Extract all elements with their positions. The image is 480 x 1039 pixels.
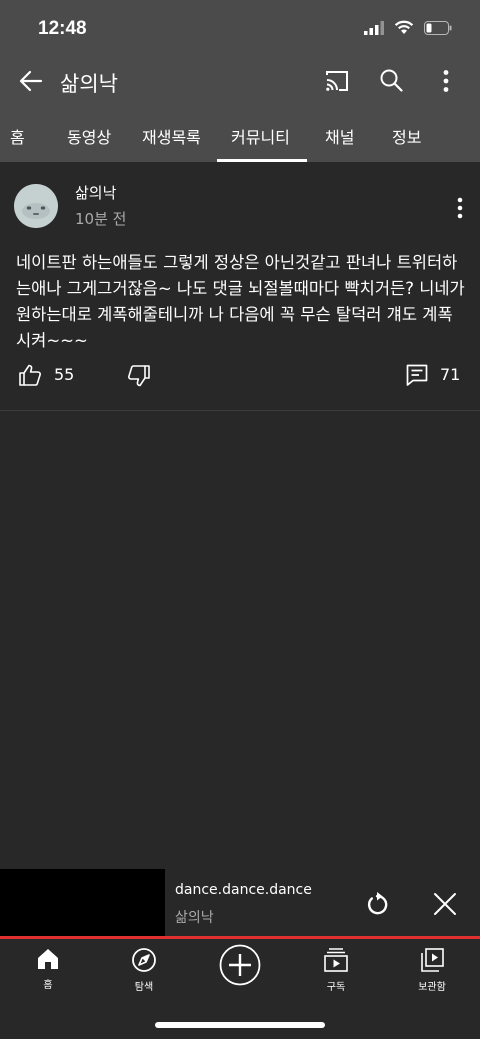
nav-library-label: 보관함 [418,982,446,993]
mini-player[interactable]: dance.dance.dance 삶의낙 [0,869,480,937]
more-vertical-icon[interactable] [436,68,456,94]
tab-home[interactable]: 홈 [10,124,25,148]
nav-explore[interactable]: 탐색 [104,947,184,993]
nav-library[interactable]: 보관함 [392,947,472,993]
subscriptions-icon [324,948,348,972]
nav-home[interactable]: 홈 [8,947,88,991]
library-icon [421,948,444,972]
post-more-icon[interactable] [451,196,469,220]
battery-icon [424,20,452,35]
channel-tabs: 홈 동영상 재생목록 커뮤니티 채널 정보 [0,104,480,162]
post-text: 네이트판 하는애들도 그렇게 정상은 아닌것같고 판녀나 트위터하는애나 그게그… [16,253,465,350]
home-indicator[interactable] [155,1022,325,1028]
status-icons [364,20,452,35]
thumbs-up-icon[interactable] [18,363,42,387]
compass-icon [132,948,156,972]
tab-videos[interactable]: 동영상 [67,124,111,148]
channel-title: 삶의낙 [60,72,118,96]
thumbs-down-icon[interactable] [127,364,151,388]
nav-home-label: 홈 [43,980,53,991]
tab-channels[interactable]: 채널 [325,124,354,148]
like-count: 55 [54,365,75,384]
nav-explore-label: 탐색 [134,982,154,993]
tab-about[interactable]: 정보 [392,124,421,148]
mini-player-thumbnail[interactable] [0,869,165,937]
cellular-signal-icon [364,20,384,35]
comment-count: 71 [440,365,461,384]
home-icon [38,949,58,969]
cast-icon[interactable] [324,69,350,93]
status-bar: 12:48 [0,0,480,58]
close-icon[interactable] [433,892,457,916]
mini-player-channel: 삶의낙 [175,910,214,926]
mini-player-title: dance.dance.dance [175,882,312,898]
nav-subscriptions-label: 구독 [326,982,346,993]
tab-playlists[interactable]: 재생목록 [142,124,201,148]
post-timestamp: 10분 전 [75,210,127,228]
comment-icon[interactable] [405,363,429,387]
nav-subscriptions[interactable]: 구독 [296,947,376,993]
app-header: 삶의낙 [0,58,480,104]
community-post: 삶의낙 10분 전 네이트판 하는애들도 그렇게 정상은 아닌것같고 판녀나 트… [0,162,480,411]
search-icon[interactable] [379,68,403,92]
avatar[interactable] [14,184,58,228]
tab-community[interactable]: 커뮤니티 [231,124,290,148]
nav-create[interactable] [200,944,280,986]
avatar-image [14,184,58,228]
wifi-icon [394,20,414,34]
replay-icon[interactable] [364,891,390,917]
create-plus-icon [219,944,261,986]
back-arrow-icon[interactable] [18,68,44,94]
post-author[interactable]: 삶의낙 [75,182,116,203]
status-time: 12:48 [38,18,87,39]
